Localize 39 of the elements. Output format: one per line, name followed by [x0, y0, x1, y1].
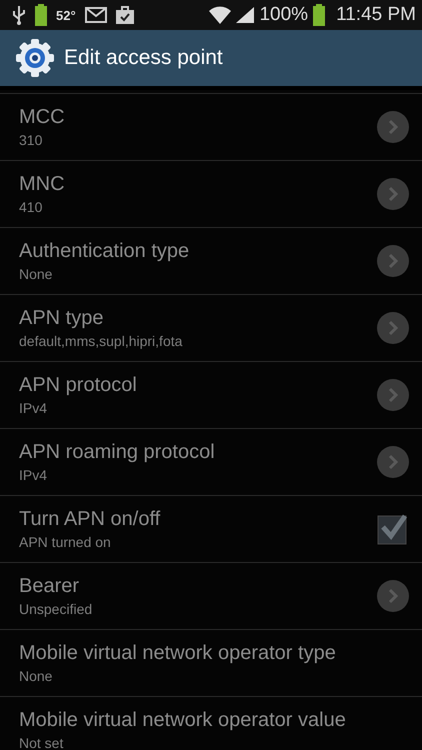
- battery-icon: [313, 4, 326, 26]
- row-value: Unspecified: [19, 601, 92, 617]
- chevron-icon: [377, 178, 409, 210]
- chevron-icon: [377, 312, 409, 344]
- row-title: Mobile virtual network operator value: [19, 709, 346, 732]
- wifi-icon: [209, 6, 232, 24]
- row-value: APN turned on: [19, 534, 112, 550]
- row-value: default,mms,supl,hipri,fota: [19, 333, 182, 349]
- temperature: 52°: [56, 8, 76, 22]
- clock: 11:45 PM: [336, 4, 416, 26]
- chevron-icon: [377, 111, 409, 143]
- row-title: Turn APN on/off: [19, 508, 160, 531]
- row-value: None: [19, 266, 54, 282]
- chevron-icon: [377, 446, 409, 478]
- row-value: 410: [19, 199, 44, 215]
- signal-icon: [236, 7, 254, 23]
- row-value: Not set: [19, 735, 64, 750]
- row-title: MCC: [19, 106, 65, 129]
- row-value: IPv4: [19, 467, 48, 483]
- row-value: None: [19, 668, 54, 684]
- row-value: IPv4: [19, 400, 48, 416]
- checked-bag-icon: [116, 6, 134, 24]
- battery-icon: [35, 4, 47, 26]
- usb-icon: [12, 5, 26, 25]
- row-title: APN type: [19, 307, 104, 330]
- row-title: APN roaming protocol: [19, 441, 215, 464]
- chevron-icon: [377, 580, 409, 612]
- mail-icon: [84, 7, 107, 23]
- settings-icon[interactable]: [16, 39, 54, 77]
- screen-title: Edit access point: [64, 46, 223, 70]
- row-title: APN protocol: [19, 374, 137, 397]
- row-title: MNC: [19, 173, 65, 196]
- chevron-icon: [377, 379, 409, 411]
- row-title: Bearer: [19, 575, 80, 598]
- row-title: Authentication type: [19, 240, 190, 263]
- row-value: 310: [19, 132, 44, 148]
- chevron-icon: [377, 245, 409, 277]
- row-title: Mobile virtual network operator type: [19, 642, 336, 665]
- battery-percent: 100%: [259, 4, 308, 26]
